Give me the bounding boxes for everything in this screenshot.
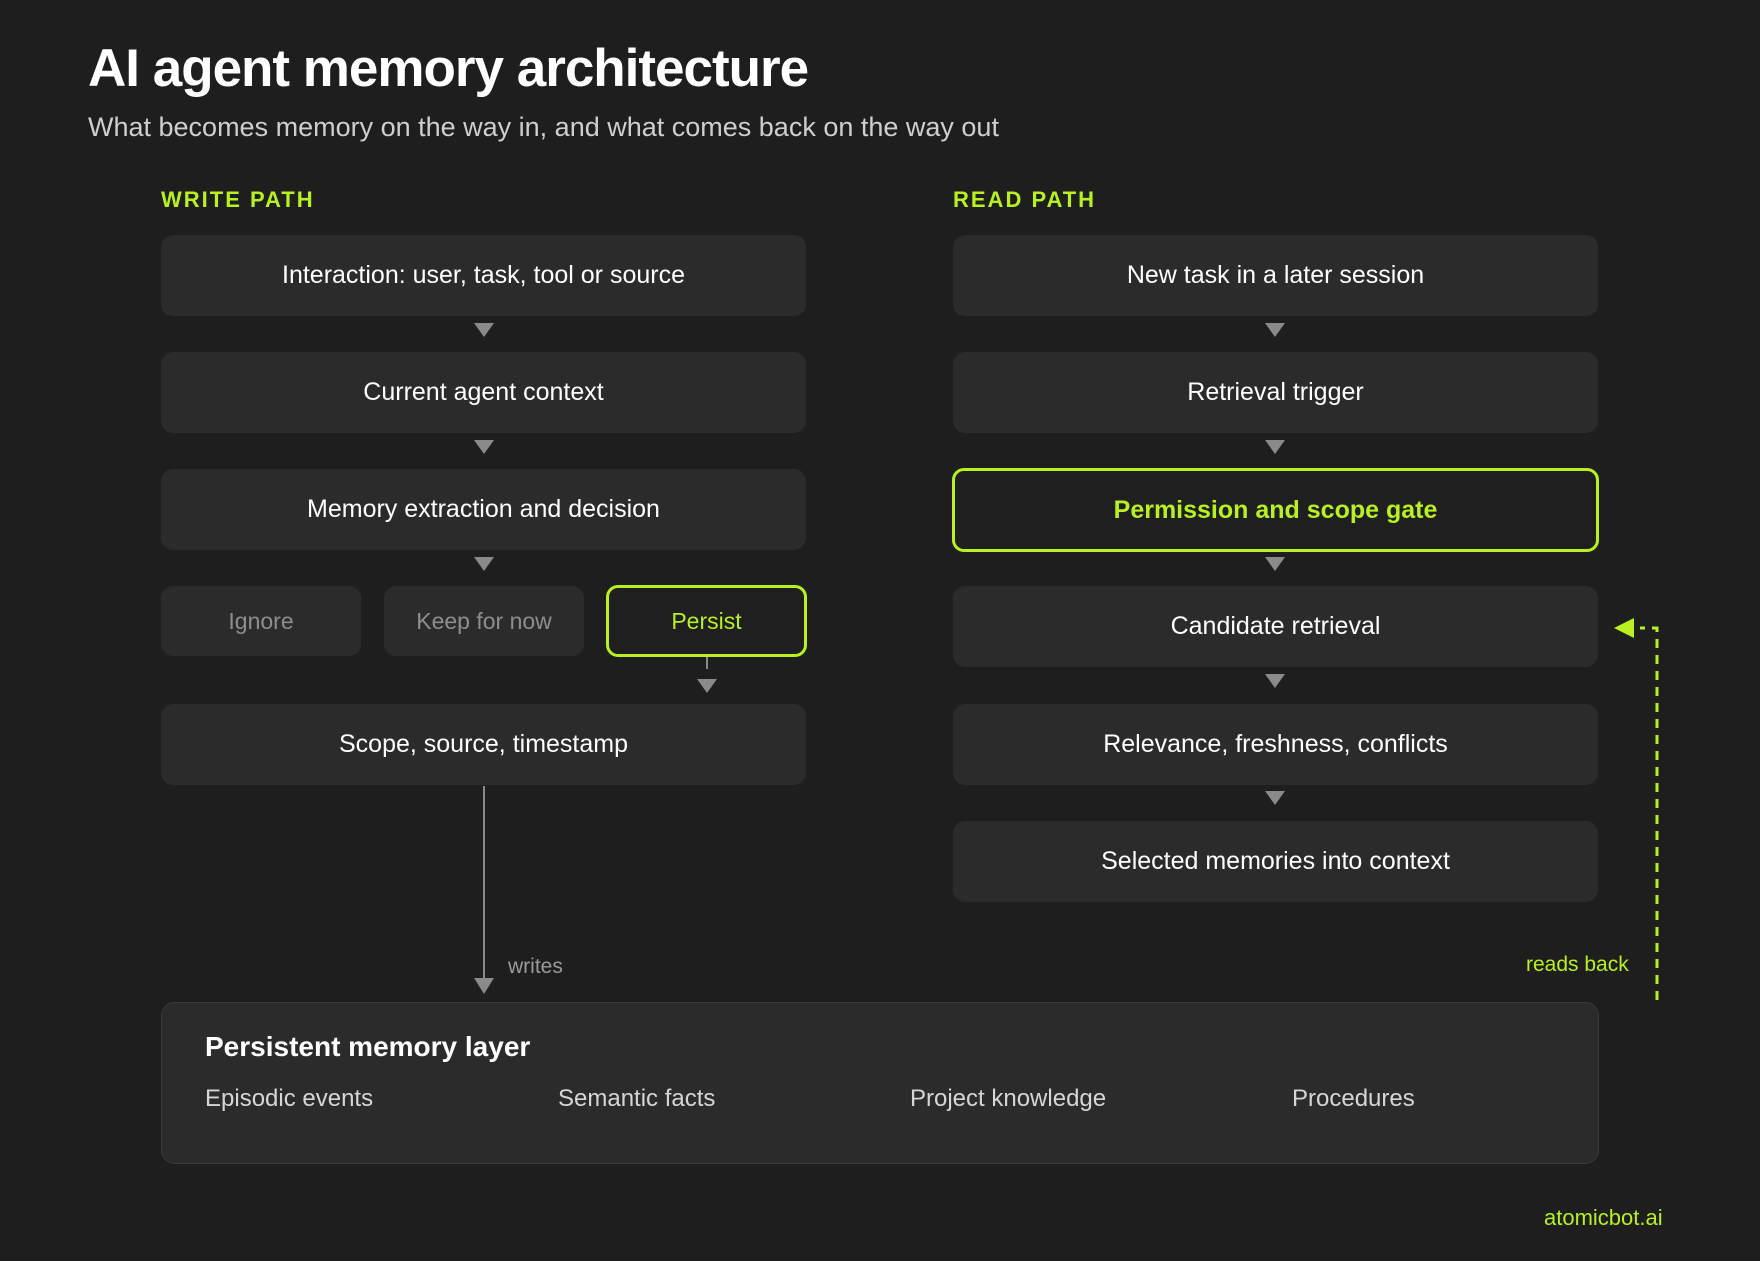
memory-layer-title: Persistent memory layer [205,1031,531,1062]
option-persist: Persist [606,585,807,657]
memory-type-procedures: Procedures [1292,1085,1415,1112]
read-path-label: READ PATH [953,187,1097,212]
write-step-scope: Scope, source, timestamp [161,704,806,785]
page-subtitle: What becomes memory on the way in, and w… [88,112,999,142]
write-step-context: Current agent context [161,352,806,433]
brand-footer: atomicbot.ai [1544,1205,1663,1230]
reads-back-connector [1614,618,1659,1000]
arrow-down-icon [1265,323,1285,337]
read-step-candidate-retrieval: Candidate retrieval [953,586,1598,667]
option-ignore: Ignore [161,586,361,656]
arrow-down-icon [474,978,494,994]
write-path-label: WRITE PATH [161,187,315,212]
read-step-relevance: Relevance, freshness, conflicts [953,704,1598,785]
arrow-down-icon [474,323,494,337]
option-keep-for-now: Keep for now [384,586,584,656]
arrow-stem [706,657,708,669]
arrow-down-icon [697,679,717,693]
writes-label: writes [508,955,563,978]
memory-type-episodic: Episodic events [205,1085,374,1112]
memory-type-project: Project knowledge [910,1085,1107,1112]
read-step-trigger: Retrieval trigger [953,352,1598,433]
arrow-down-icon [1265,791,1285,805]
write-step-interaction: Interaction: user, task, tool or source [161,235,806,316]
read-step-new-task: New task in a later session [953,235,1598,316]
arrow-down-icon [474,440,494,454]
page-title: AI agent memory architecture [88,39,809,98]
read-step-selected-memories: Selected memories into context [953,821,1598,902]
reads-back-label: reads back [1526,953,1629,976]
writes-line [483,786,485,978]
arrow-down-icon [1265,440,1285,454]
write-step-extraction: Memory extraction and decision [161,469,806,550]
arrow-down-icon [1265,674,1285,688]
arrow-down-icon [1265,557,1285,571]
persistent-memory-layer: Persistent memory layer Episodic events … [161,1002,1599,1164]
read-step-permission-gate: Permission and scope gate [952,468,1599,552]
memory-type-semantic: Semantic facts [558,1085,716,1112]
arrow-down-icon [474,557,494,571]
arrow-left-icon [1614,618,1634,638]
